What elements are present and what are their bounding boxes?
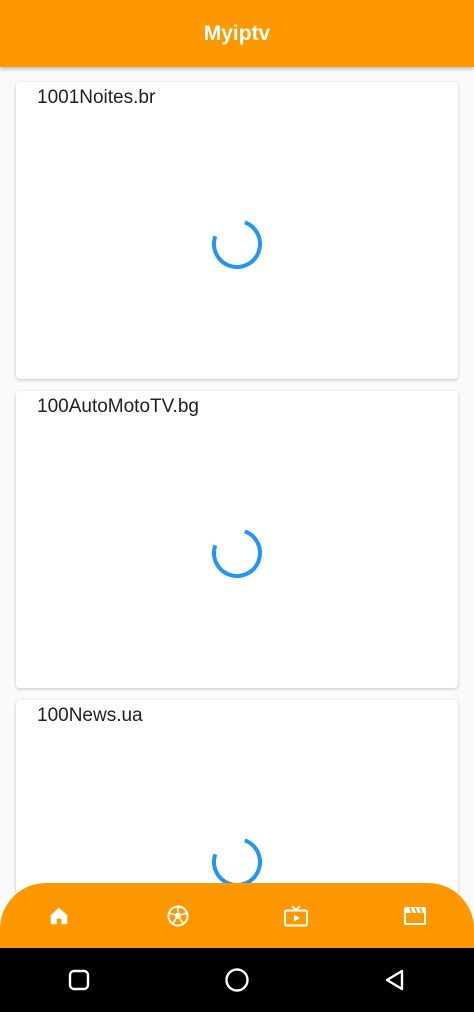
app-bar: Myiptv (0, 0, 474, 67)
system-navigation-bar (0, 948, 474, 1012)
loading-spinner-icon (212, 219, 262, 269)
recents-square-icon (68, 969, 90, 991)
home-icon (51, 907, 68, 924)
nav-sports-button[interactable] (119, 883, 238, 948)
channel-name: 1001Noites.br (37, 87, 156, 108)
app-title: Myiptv (203, 21, 271, 45)
system-back-button[interactable] (335, 948, 455, 1012)
movie-clapper-icon (403, 906, 426, 925)
nav-home-button[interactable] (0, 883, 119, 948)
channel-list[interactable]: 1001Noites.br 100AutoMotoTV.bg 100News.u… (0, 67, 474, 948)
loading-spinner-icon (212, 528, 262, 578)
channel-card[interactable]: 1001Noites.br (16, 82, 458, 379)
back-triangle-icon (385, 969, 404, 991)
channel-name: 100News.ua (37, 705, 143, 726)
nav-live-tv-button[interactable] (237, 883, 356, 948)
nav-movies-button[interactable] (356, 883, 474, 948)
loading-spinner-icon (212, 837, 262, 887)
system-home-button[interactable] (177, 948, 297, 1012)
live-tv-icon (284, 904, 309, 926)
bottom-navigation (0, 883, 474, 948)
soccer-ball-icon (167, 905, 189, 926)
system-recents-button[interactable] (19, 948, 139, 1012)
channel-name: 100AutoMotoTV.bg (37, 396, 199, 417)
home-circle-icon (225, 968, 249, 992)
channel-card[interactable]: 100AutoMotoTV.bg (16, 391, 458, 688)
